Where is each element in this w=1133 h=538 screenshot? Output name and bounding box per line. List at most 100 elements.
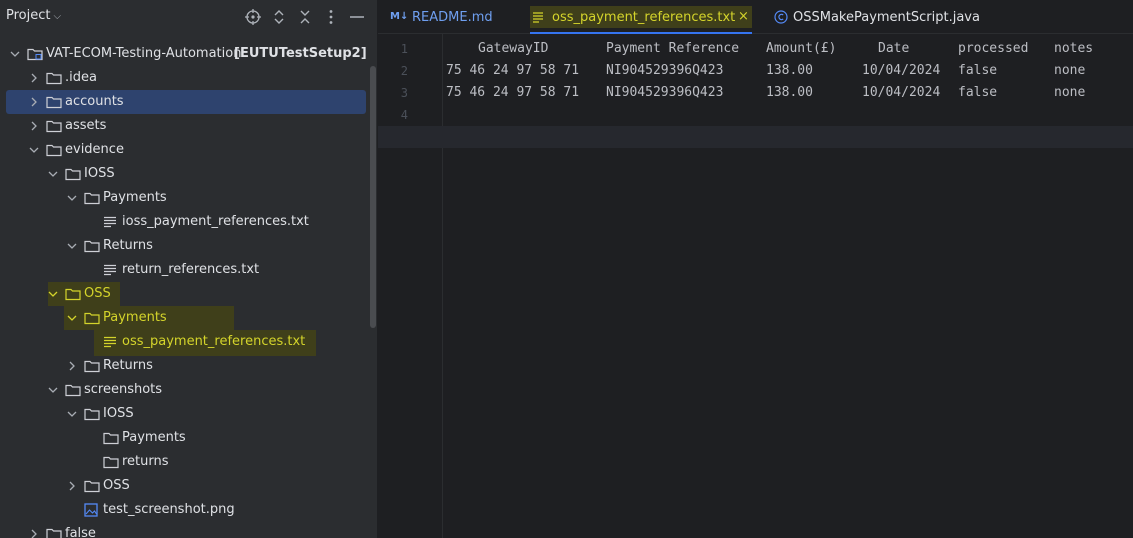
hide-panel-icon[interactable] (347, 7, 367, 27)
folder-icon (65, 288, 81, 301)
tree-item-label: accounts (65, 94, 124, 109)
chevron-down-icon[interactable] (65, 311, 79, 325)
line-number: 2 (400, 64, 408, 78)
text-file-icon (533, 12, 543, 23)
folder-icon (84, 192, 100, 205)
tree-item-label: Returns (103, 238, 153, 253)
tree-item[interactable]: evidence (0, 138, 370, 162)
tree-item[interactable]: Payments (0, 186, 370, 210)
chevron-down-icon[interactable] (27, 143, 41, 157)
code-editor[interactable]: GatewayID Payment Reference Amount(£) Da… (378, 34, 1133, 538)
tree-item-label: ioss_payment_references.txt (122, 214, 309, 229)
folder-icon (46, 72, 62, 85)
expand-all-icon[interactable] (269, 7, 289, 27)
tree-item-label: Returns (103, 358, 153, 373)
chevron-down-icon[interactable] (46, 383, 60, 397)
line-number: 4 (400, 108, 408, 122)
project-tree-scrollbar[interactable] (370, 66, 376, 328)
tree-item[interactable]: Returns (0, 354, 370, 378)
cell-gateway-id: 75 46 24 97 58 71 (446, 63, 580, 78)
chevron-right-icon[interactable] (27, 527, 41, 538)
tab-label: README.md (412, 10, 493, 25)
tree-item[interactable]: return_references.txt (0, 258, 370, 282)
markdown-icon: M↓ (390, 11, 409, 22)
tree-item[interactable]: accounts (0, 90, 370, 114)
tree-item-label: false (65, 526, 96, 538)
chevron-down-icon[interactable] (65, 191, 79, 205)
column-header-processed: processed (958, 41, 1029, 56)
tree-item[interactable]: .idea (0, 66, 370, 90)
tree-item-label: test_screenshot.png (103, 502, 235, 517)
module-folder-icon (27, 48, 43, 61)
folder-icon (46, 96, 62, 109)
tree-item[interactable]: VAT-ECOM-Testing-Automation [EUTUTestSetu… (0, 42, 370, 66)
folder-icon (84, 360, 100, 373)
folder-icon (65, 168, 81, 181)
tab-readme[interactable]: M↓ README.md (388, 0, 508, 34)
tree-item[interactable]: OSS (0, 282, 370, 306)
tree-item[interactable]: returns (0, 450, 370, 474)
project-tool-window: Project ⌵ VAT-ECOM-Testing-Automation [EUT… (0, 0, 377, 538)
locate-file-icon[interactable] (243, 7, 263, 27)
chevron-right-icon[interactable] (27, 95, 41, 109)
tree-item-label: OSS (84, 286, 111, 301)
tree-item[interactable]: test_screenshot.png (0, 498, 370, 522)
tab-oss-make-payment-script[interactable]: OSSMakePaymentScript.java (772, 0, 992, 34)
tree-item[interactable]: assets (0, 114, 370, 138)
folder-icon (46, 528, 62, 538)
tree-item[interactable]: OSS (0, 474, 370, 498)
chevron-down-icon[interactable] (46, 287, 60, 301)
tree-item[interactable]: screenshots (0, 378, 370, 402)
project-header: Project ⌵ (0, 0, 377, 34)
tree-item[interactable]: ioss_payment_references.txt (0, 210, 370, 234)
folder-icon (84, 240, 100, 253)
editor-tab-bar: M↓ README.md oss_payment_references.txt … (378, 0, 1133, 34)
tree-item-label: VAT-ECOM-Testing-Automation (46, 46, 242, 61)
chevron-down-icon[interactable] (65, 407, 79, 421)
tree-item[interactable]: oss_payment_references.txt (0, 330, 370, 356)
chevron-down-icon[interactable] (65, 239, 79, 253)
tree-item-label: screenshots (84, 382, 163, 397)
tree-item-label: IOSS (84, 166, 115, 181)
tree-item-label: Payments (122, 430, 186, 445)
collapse-all-icon[interactable] (295, 7, 315, 27)
tree-item[interactable]: Payments (0, 426, 370, 450)
tab-oss-payment-references[interactable]: oss_payment_references.txt × (530, 0, 752, 34)
folder-icon (65, 384, 81, 397)
chevron-right-icon[interactable] (65, 479, 79, 493)
text-file-icon (104, 336, 116, 348)
column-header-amount: Amount(£) (766, 41, 837, 56)
folder-icon (46, 120, 62, 133)
chevron-right-icon[interactable] (65, 359, 79, 373)
tree-item-label: .idea (65, 70, 97, 85)
cell-date: 10/04/2024 (862, 85, 941, 100)
chevron-right-icon[interactable] (27, 119, 41, 133)
more-options-icon[interactable] (321, 7, 341, 27)
chevron-down-icon[interactable] (8, 47, 22, 61)
tree-item[interactable]: IOSS (0, 162, 370, 186)
chevron-down-icon[interactable] (46, 167, 60, 181)
tree-item-label: returns (122, 454, 169, 469)
close-icon[interactable]: × (738, 9, 749, 24)
tree-item[interactable]: Payments (0, 306, 370, 330)
project-view-selector[interactable]: Project ⌵ (6, 8, 61, 23)
image-file-icon (84, 503, 98, 517)
cell-payment-reference: NI904529396Q423 (606, 85, 724, 100)
column-header-notes: notes (1054, 41, 1094, 56)
cell-notes: none (1054, 63, 1086, 78)
column-header-date: Date (878, 41, 910, 56)
text-file-icon (104, 216, 116, 228)
tree-item[interactable]: IOSS (0, 402, 370, 426)
line-number: 1 (400, 42, 408, 56)
current-line-highlight (378, 126, 1133, 148)
text-file-icon (104, 264, 116, 276)
tab-label: oss_payment_references.txt (552, 10, 736, 25)
cell-amount: 138.00 (766, 63, 813, 78)
folder-icon (84, 408, 100, 421)
chevron-right-icon[interactable] (27, 71, 41, 85)
tree-item-label: evidence (65, 142, 124, 157)
tree-item[interactable]: false (0, 522, 370, 538)
tree-item-label: Payments (103, 190, 167, 205)
tree-item[interactable]: Returns (0, 234, 370, 258)
tree-item-label: OSS (103, 478, 130, 493)
